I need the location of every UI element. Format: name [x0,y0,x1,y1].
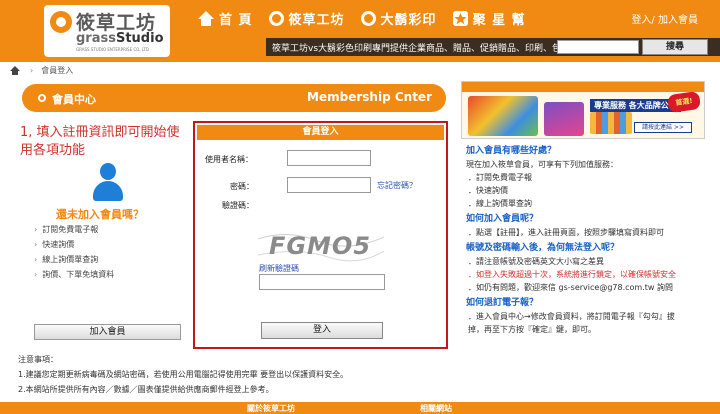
breadcrumb-separator-icon: › [30,66,34,75]
list-item: 訂閱免費電子報 [34,222,114,237]
note-item: 1.建議您定期更新病毒碼及網站密碼，若使用公用電腦記得使用完畢 要登出以保護資料… [18,370,349,379]
login-button[interactable]: 登入 [261,322,383,339]
faq-question[interactable]: 帳號及密碼輸入後，為何無法登入呢？ [466,241,712,255]
faq-answer-item: ．如登入失敗超過十次，系統將進行鎖定，以確保帳號安全 [468,270,676,279]
promo-image [590,112,632,134]
site-logo[interactable]: 筱草工坊 grassStudio GRASS STUDIO ENTERPRISE… [44,5,170,57]
promo-image [468,96,538,136]
header-tagline: 筱草工坊vs大鬍彩色印刷專門提供企業商品、贈品、促銷贈品、印刷、包裝 [272,44,571,54]
notes-section: 注意事項： 1.建議您定期更新病毒碼及網站密碼，若使用公用電腦記得使用完畢 要登… [18,352,348,397]
notes-heading: 注意事項： [18,355,58,364]
forgot-password-link[interactable]: 忘記密碼？ [377,180,417,191]
faq-question[interactable]: 如何退訂電子報？ [466,296,712,310]
list-item: 快速詢價 [34,237,114,252]
nav-item-star-group[interactable]: 聚 星 幫 [452,9,526,28]
username-label: 使用者名稱： [205,155,253,164]
breadcrumb: › 會員登入 [10,65,73,76]
header-search-bar: 筱草工坊vs大鬍彩色印刷專門提供企業商品、贈品、促銷贈品、印刷、包裝 搜尋 [266,38,720,56]
list-item: 線上詢價單查詢 [34,252,114,267]
banner-title: 會員中心 [52,93,96,106]
note-item: 2.本網站所提供所有內容／數據／圖表僅提供給供應商郵件經登上參考。 [18,385,274,394]
logo-subtext: GRASS STUDIO ENTERPRISE CO.,LTD [76,47,149,52]
home-icon [198,10,214,26]
search-input[interactable] [557,40,639,54]
faq-answer-item: ．訂閱免費電子報 [468,173,532,182]
faq-question[interactable]: 如何加入會員呢？ [466,212,712,226]
nav-label: 筱草工坊 [288,12,345,28]
main-nav: 首 頁 筱草工坊 大鬍彩印 聚 星 幫 [198,6,542,30]
footer-related-sites-link[interactable]: 相關網站 [420,403,452,414]
nav-item-home[interactable]: 首 頁 [198,9,253,28]
faq-answer-item: ．點選【註冊】，進入註冊頁面，按照步驟填寫資料即可 [468,228,664,237]
password-input[interactable] [287,177,371,193]
faq-answer-item: ．進入會員中心→修改會員資料，將訂閱電子報『勾勾』拔 [468,312,675,321]
member-center-banner: 會員中心 Membership Cnter [22,84,446,112]
list-item: 詢價、下單免填資料 [34,267,114,282]
circle-logo-icon [360,10,376,26]
home-icon[interactable] [10,66,20,75]
login-form-title: 會員登入 [302,127,339,137]
site-header: 筱草工坊 grassStudio GRASS STUDIO ENTERPRISE… [0,0,720,62]
nav-item-grass-studio[interactable]: 筱草工坊 [268,9,345,28]
site-footer: 關於筱草工坊 相關網站 [0,402,720,414]
captcha-image: FGMO5 [258,225,384,265]
login-form-header: 會員登入 [197,125,444,140]
refresh-captcha-link[interactable]: 刷新驗證碼 [259,263,299,274]
captcha-text: FGMO5 [269,232,371,260]
faq-answer-item: 掉，再至下方按『確定』鍵，即可。 [468,325,596,334]
faq-question[interactable]: 加入會員有哪些好處？ [466,144,712,158]
faq-answer-item: ．線上詢價單查詢 [468,199,532,208]
promo-badge: 首選! [666,90,702,114]
nav-label: 聚 星 幫 [472,12,526,28]
banner-title-en: Membership Cnter [307,90,432,104]
step-note: 1, 填入註冊資訊即可開始使用各項功能 [20,125,180,158]
promo-image [544,102,584,136]
login-join-link[interactable]: 登入/ 加入會員 [631,11,698,26]
faq-answer-item: ．如仍有問題，歡迎來信 gs-service@g78.com.tw 詢問 [468,283,673,292]
nav-label: 大鬍彩印 [380,12,437,28]
nav-label: 首 頁 [219,12,253,28]
faq-section: 加入會員有哪些好處？ 現在加入筱草會員，可享有下列加值服務： ．訂閱免費電子報 … [466,144,712,336]
captcha-label: 驗證碼： [222,201,254,210]
nav-item-printing[interactable]: 大鬍彩印 [360,9,437,28]
faq-answer-item: ．快速詢價 [468,186,508,195]
not-joined-heading: 還未加入會員嗎？ [56,208,144,221]
username-input[interactable] [287,150,371,166]
logo-text-en: grassStudio [76,31,164,46]
faq-answer: 現在加入筱草會員，可享有下列加值服務： [466,160,618,169]
password-label: 密碼： [230,182,254,191]
star-icon [452,10,468,26]
breadcrumb-current: 會員登入 [41,66,74,75]
bullet-icon [38,94,46,102]
join-member-button[interactable]: 加入會員 [34,324,181,340]
footer-about-link[interactable]: 關於筱草工坊 [247,403,295,414]
search-button[interactable]: 搜尋 [642,39,708,55]
logo-emblem-icon [50,11,72,33]
benefits-list: 訂閱免費電子報 快速詢價 線上詢價單查詢 詢價、下單免填資料 [34,222,114,282]
login-form: 會員登入 使用者名稱： 密碼： 忘記密碼？ 驗證碼： FGMO5 刷新驗證碼 登… [193,121,448,349]
faq-answer-item: ．請注意帳號及密碼英文大小寫之差異 [468,257,604,266]
promo-link-button[interactable]: 請按此連結 >> [634,122,692,133]
captcha-input[interactable] [259,274,385,290]
promo-banner[interactable]: 專業服務 各大品牌公司 首選! 請按此連結 >> [461,81,705,139]
user-icon [93,163,123,203]
circle-logo-icon [268,10,284,26]
